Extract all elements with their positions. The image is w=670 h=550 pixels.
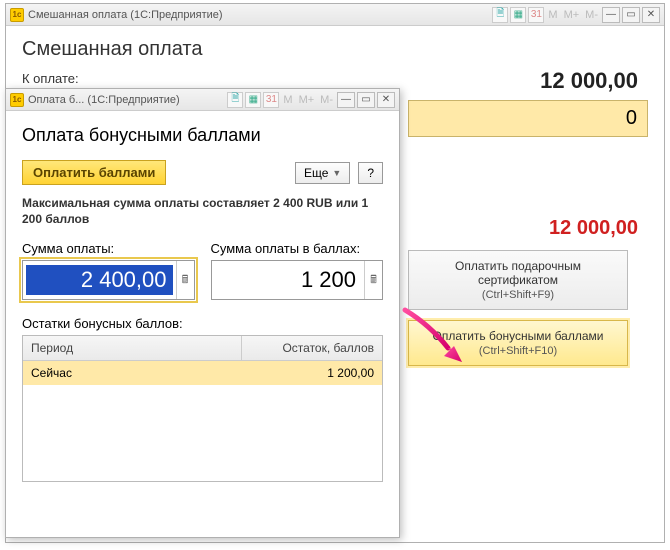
more-button[interactable]: Еще ▼ xyxy=(295,162,350,184)
pay-certificate-button[interactable]: Оплатить подарочным сертификатом (Ctrl+S… xyxy=(408,250,628,310)
dialog-heading: Оплата бонусными баллами xyxy=(22,125,383,146)
main-titlebar: 1c Смешанная оплата (1С:Предприятие) 🗎 ▦… xyxy=(6,4,664,26)
max-info-text: Максимальная сумма оплаты составляет 2 4… xyxy=(22,195,383,227)
app-icon: 1c xyxy=(10,8,24,22)
grid-icon[interactable]: ▦ xyxy=(245,92,261,108)
points-value: 1 200 xyxy=(212,267,365,293)
help-button[interactable]: ? xyxy=(358,162,383,184)
main-window-title: Смешанная оплата (1С:Предприятие) xyxy=(28,9,223,21)
pay-certificate-label: Оплатить подарочным сертификатом xyxy=(415,259,621,287)
memory-mminus-icon[interactable]: M- xyxy=(318,94,335,106)
chevron-down-icon: ▼ xyxy=(332,168,341,178)
yellow-input-field[interactable]: 0 xyxy=(408,100,648,137)
memory-m-icon[interactable]: M xyxy=(281,94,294,106)
calculator-icon[interactable]: 🖩 xyxy=(364,261,382,299)
main-heading: Смешанная оплата xyxy=(22,38,648,61)
table-cell-balance: 1 200,00 xyxy=(242,361,382,385)
memory-m-icon[interactable]: M xyxy=(546,9,559,21)
amount-value: 2 400,00 xyxy=(26,265,173,295)
doc-icon[interactable]: 🗎 xyxy=(492,7,508,23)
memory-mplus-icon[interactable]: M+ xyxy=(297,94,317,106)
pay-bonus-button[interactable]: Оплатить бонусными баллами (Ctrl+Shift+F… xyxy=(408,320,628,366)
calculator-icon[interactable]: 🖩 xyxy=(176,261,194,299)
table-header-period[interactable]: Период xyxy=(23,336,242,360)
more-button-label: Еще xyxy=(304,166,328,180)
grid-icon[interactable]: ▦ xyxy=(510,7,526,23)
bonus-dialog: 1c Оплата б... (1С:Предприятие) 🗎 ▦ 31 M… xyxy=(5,88,400,538)
to-pay-value: 12 000,00 xyxy=(408,64,648,98)
balance-table: Период Остаток, баллов Сейчас 1 200,00 xyxy=(22,335,383,482)
memory-mplus-icon[interactable]: M+ xyxy=(562,9,582,21)
minimize-icon[interactable]: — xyxy=(602,7,620,23)
amount-label: Сумма оплаты: xyxy=(22,241,195,256)
points-label: Сумма оплаты в баллах: xyxy=(211,241,384,256)
to-return-value: 12 000,00 xyxy=(408,217,648,240)
close-icon[interactable]: ✕ xyxy=(377,92,395,108)
amount-input[interactable]: 2 400,00 🖩 xyxy=(22,260,195,300)
minimize-icon[interactable]: — xyxy=(337,92,355,108)
pay-with-points-button[interactable]: Оплатить баллами xyxy=(22,160,166,185)
app-icon: 1c xyxy=(10,93,24,107)
dialog-titlebar: 1c Оплата б... (1С:Предприятие) 🗎 ▦ 31 M… xyxy=(6,89,399,111)
memory-mminus-icon[interactable]: M- xyxy=(583,9,600,21)
pay-certificate-shortcut: (Ctrl+Shift+F9) xyxy=(415,289,621,301)
calendar-icon[interactable]: 31 xyxy=(528,7,544,23)
close-icon[interactable]: ✕ xyxy=(642,7,660,23)
pay-bonus-label: Оплатить бонусными баллами xyxy=(415,329,621,343)
calendar-icon[interactable]: 31 xyxy=(263,92,279,108)
maximize-icon[interactable]: ▭ xyxy=(357,92,375,108)
table-cell-period: Сейчас xyxy=(23,361,242,385)
doc-icon[interactable]: 🗎 xyxy=(227,92,243,108)
pay-bonus-shortcut: (Ctrl+Shift+F10) xyxy=(415,345,621,357)
dialog-window-title: Оплата б... (1С:Предприятие) xyxy=(28,94,180,106)
table-header-balance[interactable]: Остаток, баллов xyxy=(242,336,382,360)
remaining-label: Остатки бонусных баллов: xyxy=(22,316,383,331)
points-input[interactable]: 1 200 🖩 xyxy=(211,260,384,300)
maximize-icon[interactable]: ▭ xyxy=(622,7,640,23)
table-row[interactable]: Сейчас 1 200,00 xyxy=(23,361,382,385)
